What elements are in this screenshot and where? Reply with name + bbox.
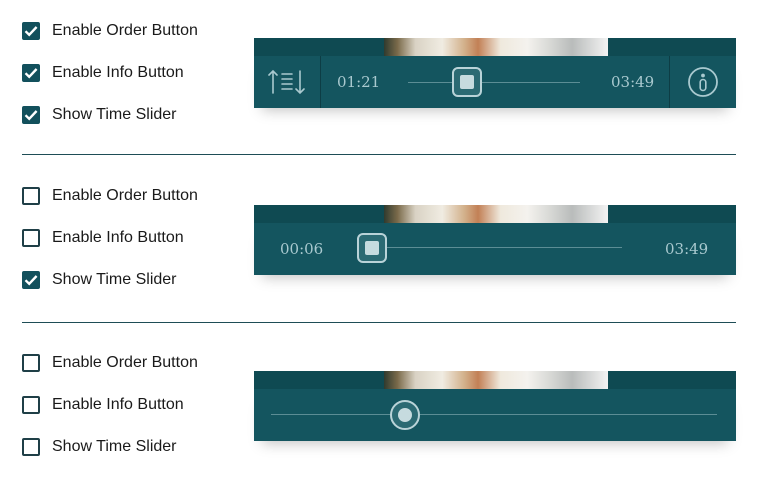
checkbox-checked[interactable]	[22, 64, 40, 82]
option-label: Enable Order Button	[52, 187, 198, 204]
checkbox-checked[interactable]	[22, 271, 40, 289]
checkbox-unchecked[interactable]	[22, 354, 40, 372]
option-label: Show Time Slider	[52, 438, 177, 455]
checkbox-unchecked[interactable]	[22, 396, 40, 414]
progress-handle[interactable]	[390, 400, 420, 430]
enable-info-button-option[interactable]: Enable Info Button	[22, 394, 184, 416]
option-label: Enable Info Button	[52, 64, 184, 81]
enable-order-button-option[interactable]: Enable Order Button	[22, 185, 198, 207]
video-thumbnail	[384, 38, 608, 56]
current-time: 01:21	[337, 73, 381, 91]
show-time-slider-option[interactable]: Show Time Slider	[22, 269, 177, 291]
checkbox-unchecked[interactable]	[22, 229, 40, 247]
info-icon	[688, 67, 718, 97]
info-button[interactable]	[669, 56, 736, 108]
total-time: 03:49	[611, 73, 655, 91]
option-label: Enable Info Button	[52, 229, 184, 246]
enable-info-button-option[interactable]: Enable Info Button	[22, 62, 184, 84]
section-divider	[22, 322, 736, 323]
enable-info-button-option[interactable]: Enable Info Button	[22, 227, 184, 249]
option-label: Show Time Slider	[52, 106, 177, 123]
show-time-slider-option[interactable]: Show Time Slider	[22, 104, 177, 126]
progress-track[interactable]	[271, 414, 717, 415]
order-button[interactable]	[254, 56, 321, 108]
checkbox-checked[interactable]	[22, 106, 40, 124]
order-sort-icon	[268, 69, 305, 95]
thumbnail-strip	[254, 38, 736, 57]
current-time: 00:06	[280, 240, 324, 258]
total-time: 03:49	[665, 240, 709, 258]
time-slider-track[interactable]	[372, 247, 622, 248]
thumbnail-strip	[254, 371, 736, 390]
enable-order-button-option[interactable]: Enable Order Button	[22, 352, 198, 374]
player-control-bar: 00:06 03:49	[254, 223, 736, 275]
thumbnail-strip	[254, 205, 736, 224]
option-label: Show Time Slider	[52, 271, 177, 288]
player-control-bar: 01:21 03:49	[254, 56, 736, 108]
section-divider	[22, 154, 736, 155]
show-time-slider-option[interactable]: Show Time Slider	[22, 436, 177, 458]
option-label: Enable Info Button	[52, 396, 184, 413]
checkbox-unchecked[interactable]	[22, 438, 40, 456]
checkbox-checked[interactable]	[22, 22, 40, 40]
video-thumbnail	[384, 205, 608, 223]
option-label: Enable Order Button	[52, 354, 198, 371]
player-control-bar	[254, 389, 736, 441]
option-label: Enable Order Button	[52, 22, 198, 39]
time-slider-handle[interactable]	[452, 67, 482, 97]
time-slider-track[interactable]	[408, 82, 580, 83]
checkbox-unchecked[interactable]	[22, 187, 40, 205]
time-slider-handle[interactable]	[357, 233, 387, 263]
video-thumbnail	[384, 371, 608, 389]
enable-order-button-option[interactable]: Enable Order Button	[22, 20, 198, 42]
